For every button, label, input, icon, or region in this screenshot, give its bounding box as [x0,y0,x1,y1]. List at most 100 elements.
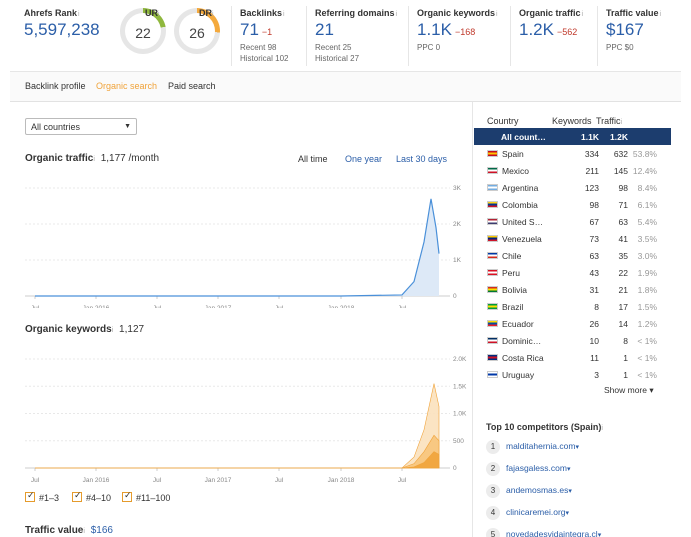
country-header[interactable]: Country [487,116,519,126]
info-icon[interactable]: i [283,11,285,18]
legend-top3[interactable]: #1–3 [25,490,59,503]
country-traffic: 1 [623,370,628,380]
competitor-link[interactable]: clinicaremei.org [506,507,566,517]
keywords-header[interactable]: Keywords [552,116,592,126]
country-keywords: 11 [590,353,599,363]
organic-keywords-chart[interactable]: 2.0K 1.5K 1.0K 500 0 Jul Jan 2016 Jul Jan 2017 Ju… [10,352,473,487]
backlinks-recent: Recent 98 [240,43,277,52]
chevron-down-icon[interactable]: ▾ [567,466,571,473]
flag-icon [487,235,498,242]
traffic-value-label: Traffic valuei [606,8,662,18]
backlinks-delta: −1 [261,27,273,37]
country-name: Mexico [502,166,529,176]
show-more-button[interactable]: Show more ▾ [604,385,654,396]
country-traffic-share: 1.5% [637,302,657,312]
range-all-time[interactable]: All time [298,154,328,164]
country-select-value: All countries [31,122,81,132]
competitor-link[interactable]: novedadesvidaintegra.cl [506,529,598,537]
country-traffic-share: < 1% [637,353,657,363]
organic-keywords-value[interactable]: 1.1K −168 [417,20,475,40]
competitor-item: 3 andemosmas.es▾ [486,484,572,500]
flag-icon [487,218,498,225]
info-icon[interactable]: i [212,11,214,18]
info-icon[interactable]: i [158,11,160,18]
ur-label: URi [145,8,160,18]
checkbox[interactable] [122,490,132,502]
organic-keywords-label: Organic keywordsi [417,8,498,18]
dr-label: DRi [199,8,214,18]
traffic-value-title: Traffic valuei $166 [25,525,113,536]
flag-icon [487,201,498,208]
info-icon[interactable]: i [601,425,603,432]
country-row[interactable]: Peru 43 22 1.9% [474,264,671,281]
info-icon[interactable]: i [621,119,623,126]
legend-top100[interactable]: #11–100 [122,490,170,503]
country-row[interactable]: Chile 63 35 3.0% [474,247,671,264]
info-icon[interactable]: i [93,156,95,163]
organic-keywords-summary: 1,127 [119,324,145,335]
country-row[interactable]: Mexico 211 145 12.4% [474,162,671,179]
country-row-all[interactable]: All count… 1.1K 1.2K [474,128,671,145]
country-keywords: 26 [589,319,599,329]
chevron-down-icon[interactable]: ▾ [568,488,572,495]
country-row[interactable]: Bolivia 31 21 1.8% [474,281,671,298]
country-row[interactable]: Argentina 123 98 8.4% [474,179,671,196]
country-traffic-share: 1.2% [637,319,657,329]
country-name: Venezuela [502,234,542,244]
competitor-item: 5 novedadesvidaintegra.cl▾ [486,528,601,537]
country-row[interactable]: Venezuela 73 41 3.5% [474,230,671,247]
referring-domains-label: Referring domainsi [315,8,398,18]
backlinks-value[interactable]: 71 −1 [240,20,272,40]
country-row[interactable]: United S… 67 63 5.4% [474,213,671,230]
country-traffic-share: 3.5% [637,234,657,244]
traffic-line [35,198,440,297]
flag-icon [487,184,498,191]
x-tick-label: Jul [31,305,40,308]
chevron-down-icon[interactable]: ▾ [598,532,602,537]
competitor-link[interactable]: fajasgaless.com [506,463,567,473]
info-icon[interactable]: i [660,11,662,18]
chevron-down-icon[interactable]: ▾ [566,510,570,517]
country-name: Argentina [502,183,539,193]
x-tick-label: Jul [153,477,162,484]
info-icon[interactable]: i [83,528,85,535]
country-row[interactable]: Uruguay 3 1 < 1% [474,366,671,383]
country-row[interactable]: Costa Rica 11 1 < 1% [474,349,671,366]
country-traffic-share: 1.9% [637,268,657,278]
report-tabs: Backlink profile Organic search Paid sea… [10,72,681,102]
country-row[interactable]: Ecuador 26 14 1.2% [474,315,671,332]
country-row[interactable]: Brazil 8 17 1.5% [474,298,671,315]
competitor-link[interactable]: malditahernia.com [506,441,575,451]
country-row[interactable]: Colombia 98 71 6.1% [474,196,671,213]
country-keywords: 31 [589,285,599,295]
flag-icon [487,337,498,344]
referring-domains-value[interactable]: 21 [315,20,334,40]
country-keywords: 123 [584,183,599,193]
range-one-year[interactable]: One year [345,154,382,164]
info-icon[interactable]: i [112,327,114,334]
checkbox[interactable] [72,490,82,502]
checkbox[interactable] [25,490,35,502]
country-traffic: 145 [613,166,628,176]
info-icon[interactable]: i [78,11,80,18]
country-traffic: 1 [623,353,628,363]
country-row[interactable]: Dominic… 10 8 < 1% [474,332,671,349]
country-row[interactable]: Spain 334 632 53.8% [474,145,671,162]
info-icon[interactable]: i [582,11,584,18]
organic-traffic-value[interactable]: 1.2K −562 [519,20,577,40]
range-last-30-days[interactable]: Last 30 days [396,154,447,164]
tab-paid-search[interactable]: Paid search [168,81,216,91]
country-traffic: 41 [618,234,628,244]
organic-traffic-chart[interactable]: 3K 2K 1K 0 Jul Jan 2016 Jul Jan 2017 Jul Jan 2018… [10,180,473,308]
legend-top10[interactable]: #4–10 [72,490,111,503]
chevron-down-icon[interactable]: ▾ [575,444,579,451]
tab-backlink-profile[interactable]: Backlink profile [25,81,86,91]
competitor-link[interactable]: andemosmas.es [506,485,568,495]
country-select[interactable]: All countries ▼ [25,118,137,135]
country-name: Peru [502,268,520,278]
info-icon[interactable]: i [396,11,398,18]
info-icon[interactable]: i [496,11,498,18]
tab-organic-search[interactable]: Organic search [96,81,157,91]
rank-badge: 2 [486,462,500,476]
traffic-header[interactable]: Traffici [596,116,622,126]
